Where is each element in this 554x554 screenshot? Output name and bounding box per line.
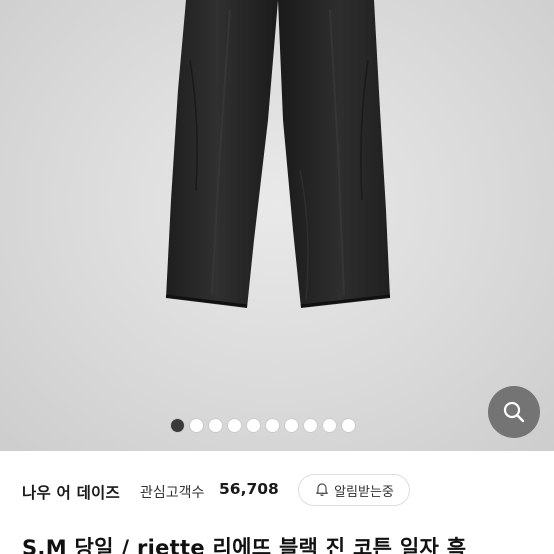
pagination-dot[interactable]	[228, 418, 241, 432]
pagination-dot[interactable]	[266, 418, 279, 432]
product-photo	[165, 0, 391, 308]
pagination-dot[interactable]	[285, 418, 298, 432]
jeans-right-leg	[278, 0, 390, 308]
follower-label: 관심고객수	[140, 485, 205, 501]
pagination-dot[interactable]	[323, 418, 336, 432]
pagination-dot[interactable]	[304, 418, 317, 432]
notification-toggle-button[interactable]: 알림받는중	[298, 474, 410, 506]
bell-icon	[316, 483, 328, 497]
pagination-dot[interactable]	[342, 418, 355, 432]
notify-label: 알림받는중	[334, 484, 394, 500]
follower-count: 56,708	[219, 480, 279, 498]
shop-name[interactable]: 나우 어 데이즈	[22, 481, 120, 503]
pagination-dot[interactable]	[209, 418, 222, 432]
pagination-dot[interactable]	[247, 418, 260, 432]
gallery-pagination	[0, 417, 554, 433]
product-image-gallery[interactable]	[0, 0, 554, 451]
magnifier-icon	[503, 401, 525, 423]
pagination-dot[interactable]	[190, 418, 203, 432]
product-title: S.M 당일 / riette 리에뜨 블랙 진 코튼 일자 흑	[22, 536, 467, 554]
pagination-dot-active[interactable]	[171, 418, 184, 432]
jeans-left-leg	[166, 0, 278, 308]
zoom-button[interactable]	[488, 386, 540, 438]
